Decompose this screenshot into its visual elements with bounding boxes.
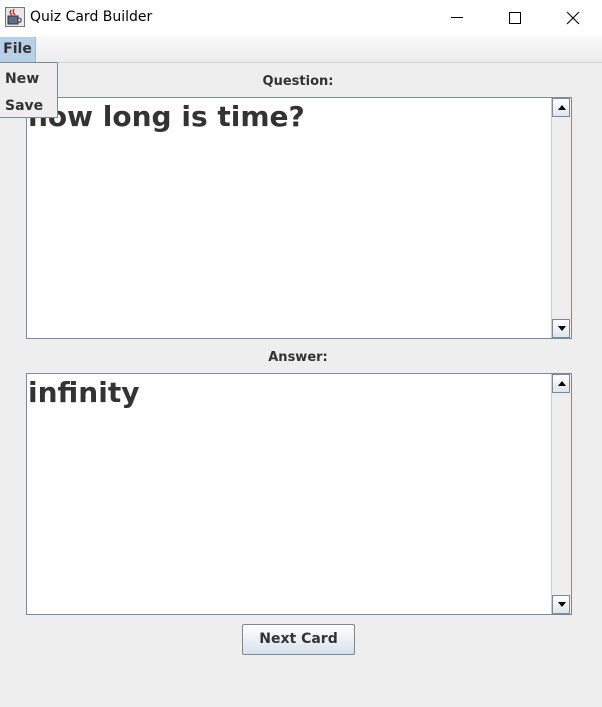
question-textarea[interactable]: how long is time? [26,97,572,339]
answer-scroll-down-button[interactable] [552,595,570,614]
maximize-icon [509,12,521,24]
answer-scrollbar[interactable] [551,374,571,614]
window-title: Quiz Card Builder [30,9,153,25]
menu-item-save[interactable]: Save [5,98,43,114]
question-scroll-down-button[interactable] [552,319,570,338]
quiz-card-builder-window: Quiz Card Builder File New Save Question… [0,0,602,707]
file-menu-dropdown: New Save [0,62,58,118]
question-scrollbar[interactable] [551,98,571,338]
close-button[interactable] [544,0,602,36]
title-bar[interactable]: Quiz Card Builder [0,0,602,36]
next-card-button[interactable]: Next Card [242,624,355,655]
answer-scroll-up-button[interactable] [552,374,570,393]
answer-text: infinity [28,376,140,409]
file-menu[interactable]: File [0,37,36,62]
minimize-button[interactable] [428,0,486,36]
arrow-down-icon [558,602,566,607]
arrow-up-icon [558,381,566,386]
menu-bar: File [0,36,602,63]
maximize-button[interactable] [486,0,544,36]
answer-label: Answer: [268,350,328,365]
question-text: how long is time? [28,100,305,133]
minimize-icon [451,17,463,18]
question-label: Question: [262,74,334,89]
question-scroll-up-button[interactable] [552,98,570,117]
close-icon [566,11,580,25]
answer-textarea[interactable]: infinity [26,373,572,615]
arrow-down-icon [558,326,566,331]
arrow-up-icon [558,105,566,110]
menu-item-new[interactable]: New [5,71,39,87]
java-cup-icon [5,7,25,27]
